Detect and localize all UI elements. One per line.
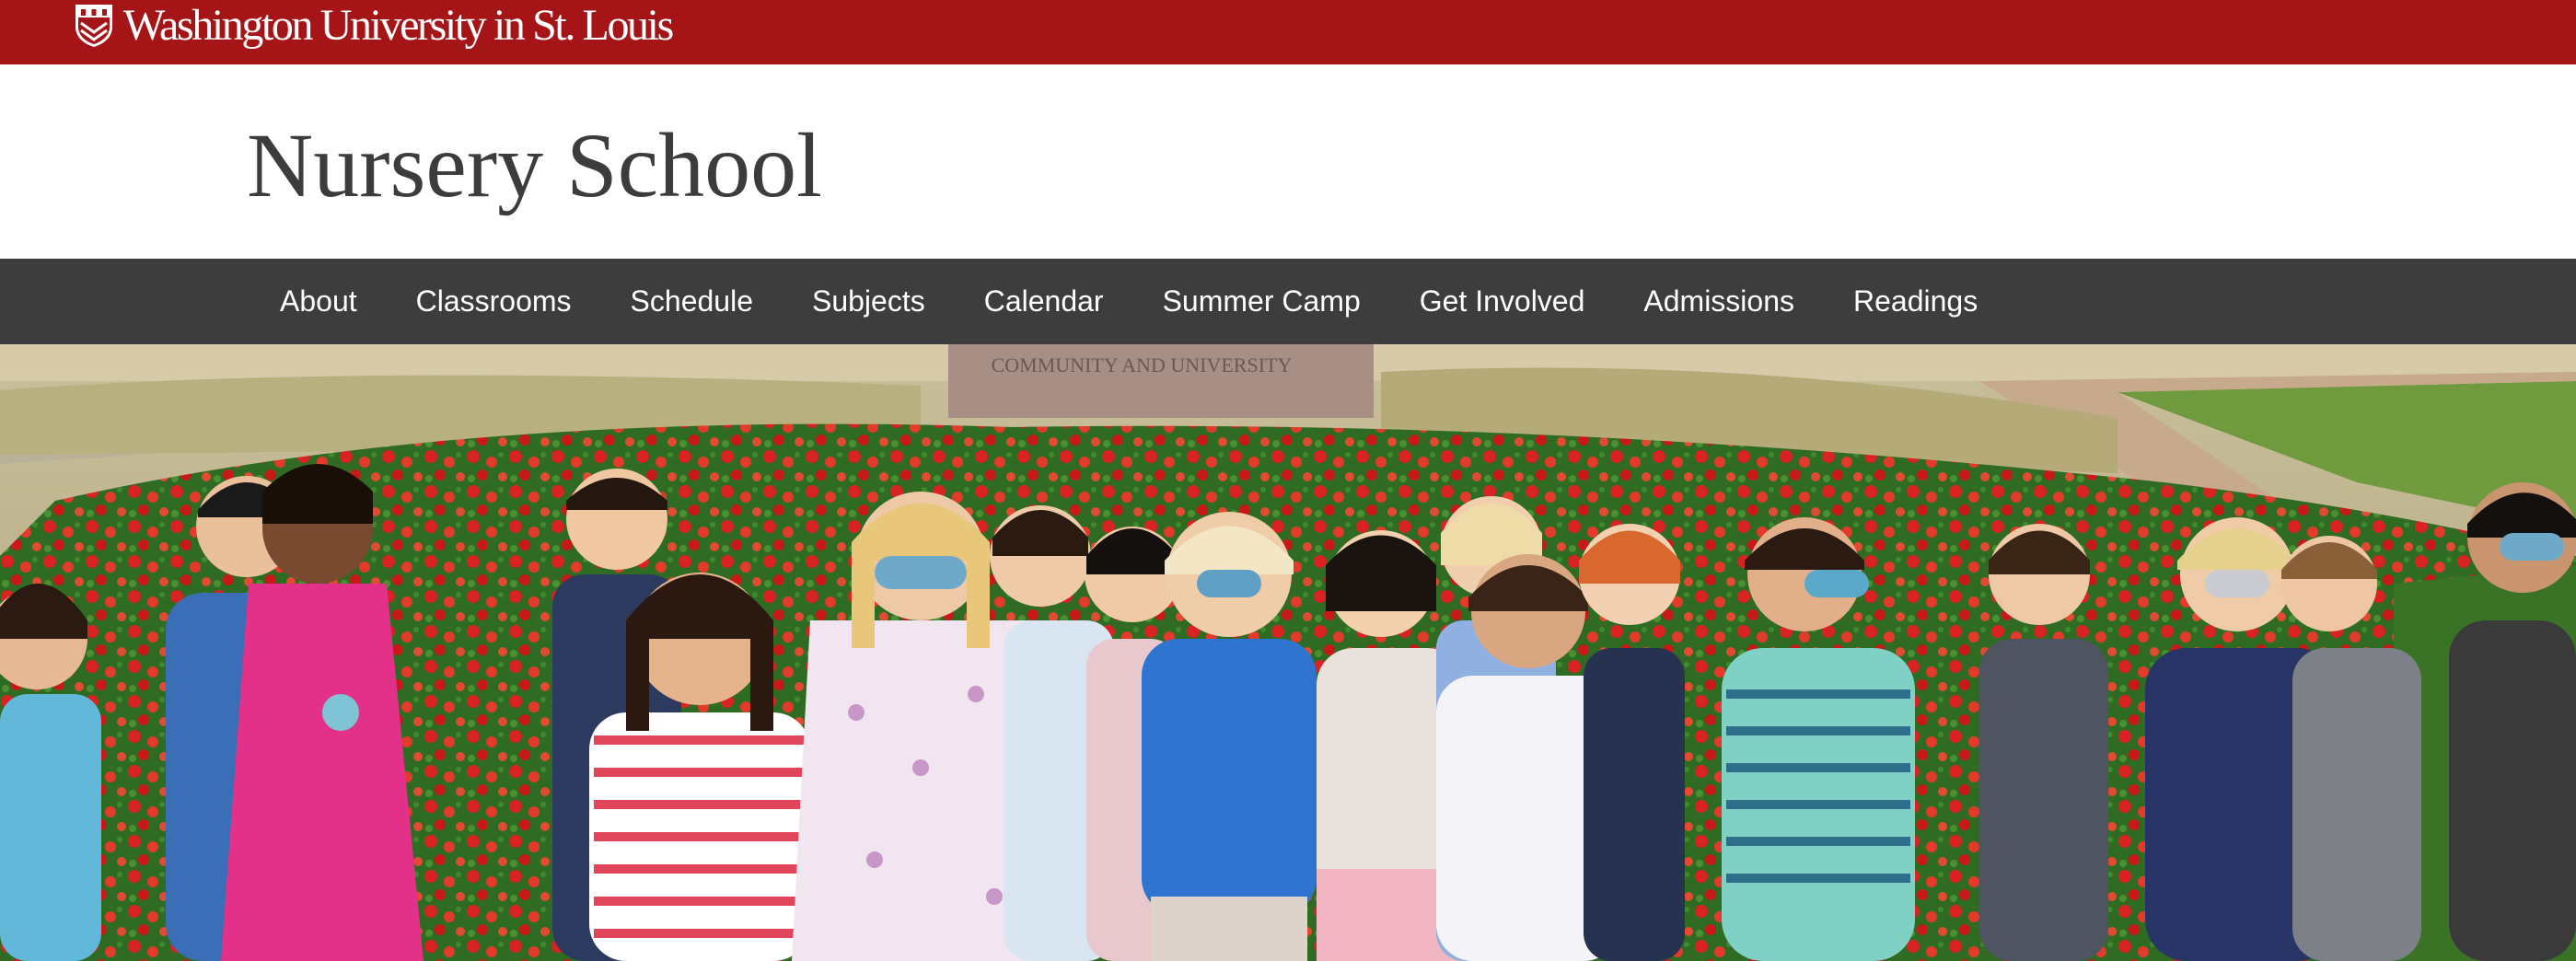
university-logo-link[interactable]: Washington University in St. Louis bbox=[74, 0, 674, 52]
nav-item-classrooms[interactable]: Classrooms bbox=[387, 259, 601, 344]
nav-item-calendar[interactable]: Calendar bbox=[955, 259, 1133, 344]
nav-item-schedule[interactable]: Schedule bbox=[601, 259, 783, 344]
hero-image: COMMUNITY AND UNIVERSITY bbox=[0, 344, 2576, 961]
nav-item-readings[interactable]: Readings bbox=[1824, 259, 2007, 344]
university-name: Washington University in St. Louis bbox=[123, 1, 674, 50]
nav-list: About Classrooms Schedule Subjects Calen… bbox=[250, 259, 2007, 344]
nav-item-subjects[interactable]: Subjects bbox=[783, 259, 955, 344]
nav-item-about[interactable]: About bbox=[250, 259, 387, 344]
washu-shield-icon bbox=[75, 5, 112, 47]
site-header: Nursery School bbox=[0, 64, 2576, 259]
university-bar: Washington University in St. Louis bbox=[0, 0, 2576, 64]
site-title[interactable]: Nursery School bbox=[247, 115, 822, 216]
children-with-binoculars-photo: COMMUNITY AND UNIVERSITY bbox=[0, 344, 2576, 961]
sign-text: COMMUNITY AND UNIVERSITY bbox=[992, 353, 1293, 376]
nav-item-summer-camp[interactable]: Summer Camp bbox=[1133, 259, 1390, 344]
main-navigation: About Classrooms Schedule Subjects Calen… bbox=[0, 259, 2576, 344]
nav-item-admissions[interactable]: Admissions bbox=[1614, 259, 1824, 344]
nav-item-get-involved[interactable]: Get Involved bbox=[1390, 259, 1615, 344]
